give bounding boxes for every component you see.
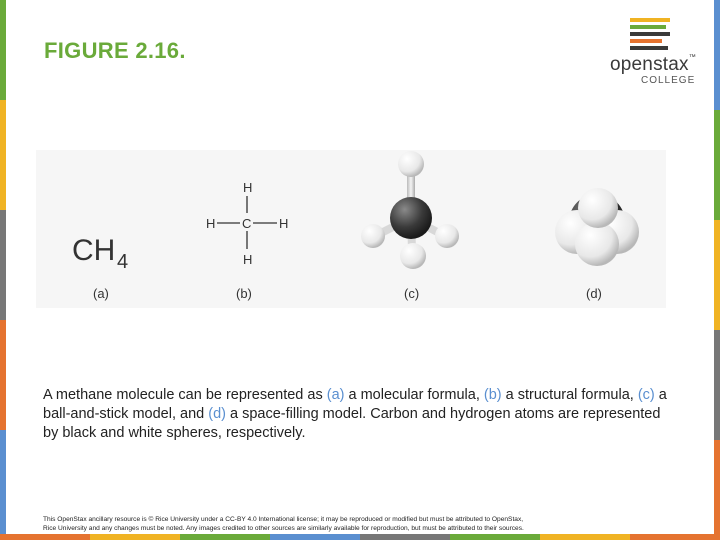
footer-line-1: This OpenStax ancillary resource is © Ri… [43, 516, 524, 523]
panel-label-c: (c) [404, 286, 419, 301]
bottom-edge-stripe [0, 534, 720, 540]
carbon-sphere [390, 197, 432, 239]
figure-caption: A methane molecule can be represented as… [43, 387, 667, 441]
left-edge-stripe [0, 0, 6, 540]
logo-wordmark: openstax™ [610, 54, 696, 75]
structural-formula: H H C H H [206, 180, 288, 267]
space-filling-model [555, 188, 639, 266]
molecular-formula: CH 4 [72, 234, 128, 273]
hydrogen-right [435, 224, 459, 248]
openstax-logo: openstax™ COLLEGE [610, 18, 700, 86]
methane-figure: CH 4 H H C H H (a) (b) (c) (d) [36, 150, 666, 308]
caption-ref-d: (d) [208, 406, 226, 422]
panel-label-b: (b) [236, 286, 252, 301]
logo-subtitle: COLLEGE [641, 75, 696, 86]
structural-atom-left: H [206, 216, 215, 231]
structural-atom-top: H [243, 180, 252, 195]
license-footer: This OpenStax ancillary resource is © Ri… [43, 516, 683, 533]
hydrogen-top-sf [578, 188, 618, 228]
logo-bars-icon [630, 18, 670, 53]
formula-subscript: 4 [117, 251, 128, 273]
caption-ref-a: (a) [326, 387, 345, 403]
hydrogen-bottom-sf [575, 222, 619, 266]
hydrogen-left [361, 224, 385, 248]
panel-label-d: (d) [586, 286, 602, 301]
caption-ref-c: (c) [637, 387, 655, 403]
structural-atom-center: C [242, 216, 251, 231]
structural-atom-bottom: H [243, 252, 252, 267]
ball-and-stick-model [361, 151, 459, 269]
formula-main: CH [72, 234, 115, 267]
slide-title: FIGURE 2.16. [44, 38, 186, 63]
footer-line-2: Rice University and any changes must be … [43, 524, 524, 532]
caption-ref-b: (b) [483, 387, 502, 403]
hydrogen-bottom [400, 243, 426, 269]
hydrogen-top [398, 151, 424, 177]
right-edge-stripe [714, 0, 720, 540]
structural-atom-right: H [279, 216, 288, 231]
panel-label-a: (a) [93, 286, 109, 301]
